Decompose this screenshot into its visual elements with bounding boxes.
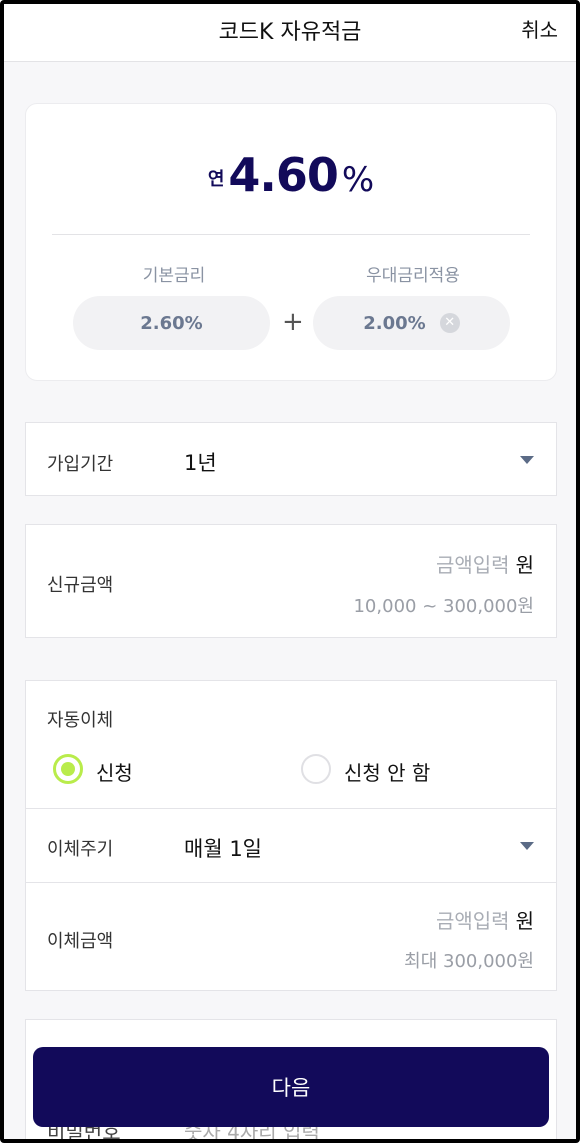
transfer-amount-unit: 원 [515, 909, 534, 933]
period-value: 1년 [184, 451, 217, 475]
period-select[interactable]: 가입기간 1년 [25, 422, 557, 496]
radio-apply-label[interactable]: 신청 [96, 757, 133, 786]
new-amount-card: 신규금액 금액입력 원 10,000 ~ 300,000원 [25, 524, 557, 638]
new-amount-input[interactable]: 금액입력 원 [436, 549, 534, 578]
plus-icon: + [282, 307, 304, 337]
rate-unit: % [341, 160, 375, 200]
radio-apply[interactable] [53, 754, 83, 784]
bonus-rate-value: 2.00% [363, 312, 426, 334]
transfer-amount-placeholder: 금액입력 [435, 909, 510, 933]
radio-not-apply-label[interactable]: 신청 안 함 [344, 757, 430, 786]
bonus-rate-label: 우대금리적용 [366, 266, 460, 286]
next-button[interactable]: 다음 [33, 1047, 549, 1127]
bonus-rate-pill[interactable]: 2.00% ✕ [313, 296, 510, 350]
clear-icon[interactable]: ✕ [439, 313, 460, 333]
cancel-button[interactable]: 취소 [521, 14, 558, 43]
total-rate: 연4.60% [26, 148, 556, 202]
rate-prefix: 연 [207, 169, 225, 190]
cycle-select[interactable]: 이체주기 매월 1일 [26, 809, 556, 882]
period-label: 가입기간 [47, 454, 114, 475]
new-amount-label: 신규금액 [47, 575, 114, 596]
cycle-value: 매월 1일 [184, 837, 262, 861]
cycle-label: 이체주기 [47, 839, 114, 860]
rate-card: 연4.60% 기본금리 우대금리적용 2.60% + 2.00% ✕ [25, 103, 557, 381]
transfer-amount-label: 이체금액 [47, 931, 114, 952]
base-rate-pill: 2.60% [73, 296, 270, 350]
rate-value: 4.60 [228, 148, 338, 202]
transfer-amount-max: 최대 300,000원 [404, 951, 534, 972]
new-amount-range: 10,000 ~ 300,000원 [353, 596, 534, 617]
divider [26, 882, 556, 883]
transfer-amount-input[interactable]: 금액입력 원 [436, 905, 534, 934]
auto-transfer-label: 자동이체 [47, 710, 114, 731]
chevron-down-icon [520, 842, 534, 850]
new-amount-placeholder: 금액입력 [435, 553, 510, 577]
base-rate-label: 기본금리 [142, 266, 206, 286]
base-rate-value: 2.60% [140, 312, 203, 334]
app-frame: 코드K 자유적금 취소 연4.60% 기본금리 우대금리적용 2.60% + 2… [0, 0, 580, 1143]
header: 코드K 자유적금 취소 [4, 4, 576, 62]
divider [52, 234, 530, 235]
page-title: 코드K 자유적금 [218, 20, 362, 45]
new-amount-unit: 원 [515, 553, 534, 577]
radio-not-apply[interactable] [301, 754, 331, 784]
auto-transfer-card: 자동이체 신청 신청 안 함 이체주기 매월 1일 이체금액 금액입력 원 최대 … [25, 680, 557, 991]
chevron-down-icon [520, 456, 534, 464]
